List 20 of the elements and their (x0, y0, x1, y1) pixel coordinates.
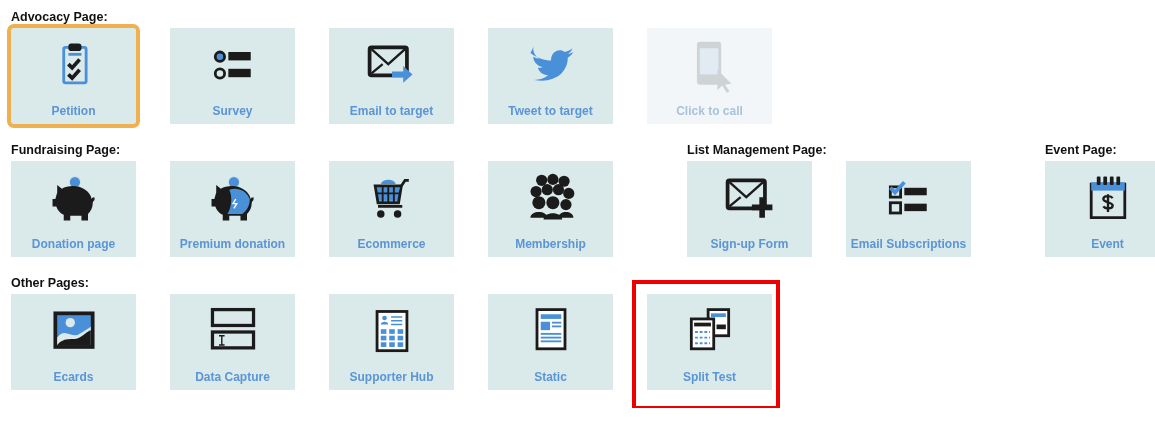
page-type-tile[interactable]: Survey (170, 28, 295, 124)
section-heading: Advocacy Page: (11, 9, 109, 26)
page-type-tile[interactable]: Supporter Hub (329, 294, 454, 390)
page-type-tile[interactable]: Email Subscriptions (846, 161, 971, 257)
page-type-tile[interactable]: Ecards (11, 294, 136, 390)
page-type-tile[interactable]: Premium donation (170, 161, 295, 257)
page-type-tile[interactable]: Email to target (329, 28, 454, 124)
page-type-tile[interactable]: Ecommerce (329, 161, 454, 257)
page-type-tile[interactable]: Tweet to target (488, 28, 613, 124)
page-type-tile[interactable]: Donation page (11, 161, 136, 257)
page-type-tile[interactable]: Data Capture (170, 294, 295, 390)
section-heading: Event Page: (1045, 142, 1118, 159)
section-heading: Fundraising Page: (11, 142, 122, 159)
page-type-tile[interactable]: Sign-up Form (687, 161, 812, 257)
page-type-tile[interactable]: Membership (488, 161, 613, 257)
page-type-tile[interactable]: Static (488, 294, 613, 390)
page-type-tile[interactable]: Event (1045, 161, 1155, 257)
page-type-tile[interactable]: Split Test (647, 294, 772, 390)
section-heading: List Management Page: (687, 142, 828, 159)
section-heading: Other Pages: (11, 275, 90, 292)
